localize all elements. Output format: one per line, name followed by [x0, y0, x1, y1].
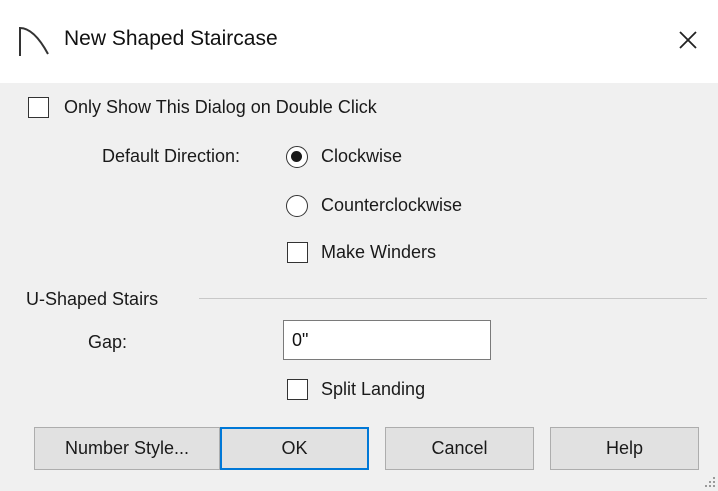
make-winders-label: Make Winders	[321, 242, 437, 262]
new-shaped-staircase-dialog: New Shaped Staircase Only Show This Dial…	[0, 0, 718, 491]
gap-input[interactable]	[283, 320, 491, 360]
title-bar: New Shaped Staircase	[0, 0, 718, 83]
ok-button[interactable]: OK	[220, 427, 369, 470]
clockwise-radio[interactable]	[286, 146, 308, 168]
group-divider	[199, 298, 707, 299]
default-direction-label: Default Direction:	[102, 146, 241, 166]
dialog-title: New Shaped Staircase	[64, 27, 278, 50]
split-landing-label: Split Landing	[321, 379, 426, 399]
arch-stair-icon	[19, 26, 49, 56]
counterclockwise-label: Counterclockwise	[321, 195, 463, 215]
cancel-button[interactable]: Cancel	[385, 427, 534, 470]
u-shaped-stairs-group-label: U-Shaped Stairs	[26, 289, 159, 309]
only-show-dialog-label: Only Show This Dialog on Double Click	[64, 97, 377, 117]
number-style-button[interactable]: Number Style...	[34, 427, 220, 470]
counterclockwise-radio[interactable]	[286, 195, 308, 217]
close-icon	[679, 31, 697, 49]
split-landing-checkbox[interactable]	[287, 379, 308, 400]
make-winders-checkbox[interactable]	[287, 242, 308, 263]
only-show-dialog-checkbox[interactable]	[28, 97, 49, 118]
gap-label: Gap:	[88, 332, 128, 352]
resize-grip-icon[interactable]	[704, 476, 716, 488]
close-button[interactable]	[668, 20, 708, 60]
clockwise-label: Clockwise	[321, 146, 403, 166]
help-button[interactable]: Help	[550, 427, 699, 470]
